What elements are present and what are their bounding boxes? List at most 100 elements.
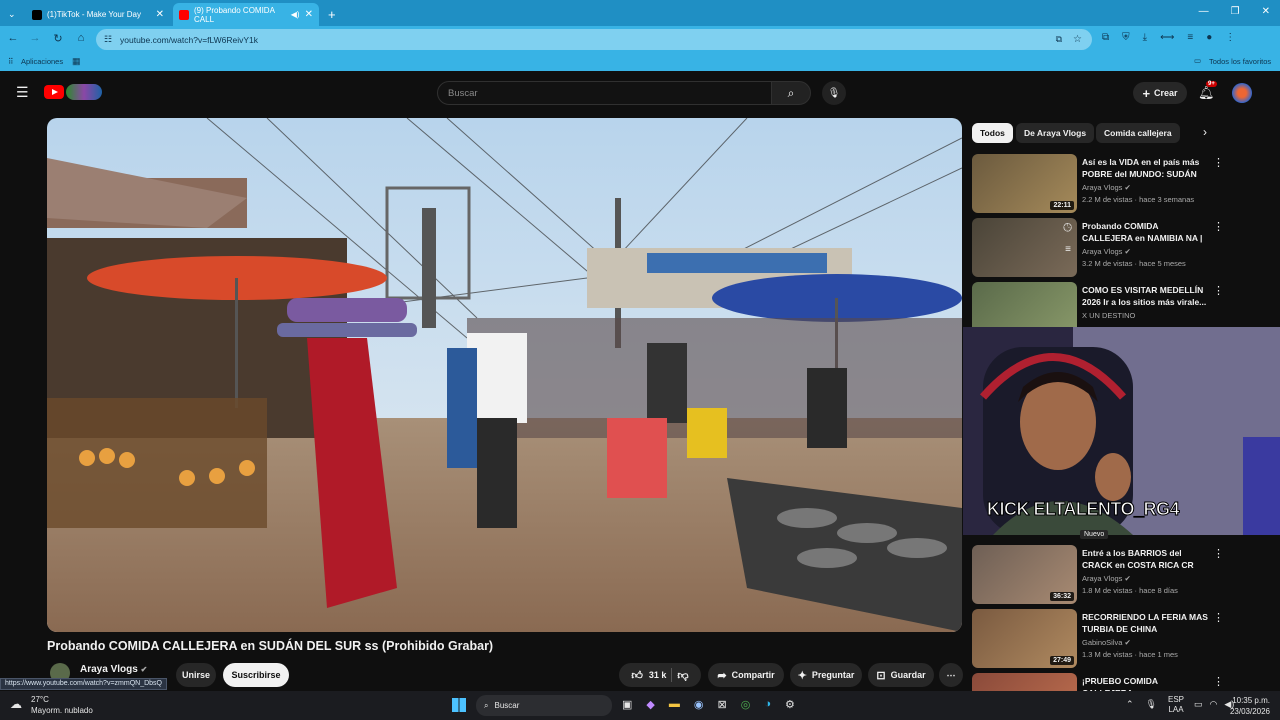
home-icon[interactable]: ⌂ <box>74 32 88 44</box>
chip-araya-vlogs[interactable]: De Araya Vlogs <box>1016 123 1095 143</box>
chevron-right-icon[interactable]: › <box>1203 125 1207 139</box>
file-explorer-icon[interactable]: ▬ <box>669 698 680 711</box>
youtube-logo[interactable] <box>44 85 64 99</box>
task-view-icon[interactable]: ▣ <box>622 698 632 711</box>
clock-time: 10:35 p.m. <box>1232 696 1270 705</box>
reload-icon[interactable]: ↻ <box>51 32 65 45</box>
rec-title: RECORRIENDO LA FERIA MAS TURBIA DE CHINA <box>1082 612 1208 634</box>
close-icon[interactable]: ✕ <box>305 9 313 20</box>
wifi-icon[interactable]: ◠ <box>1210 699 1218 710</box>
close-icon[interactable]: ✕ <box>156 9 164 20</box>
more-vert-icon[interactable]: ⋮ <box>1213 547 1224 560</box>
share-icon: ➦ <box>717 669 727 682</box>
menu-icon[interactable]: ⋮ <box>1225 32 1235 43</box>
save-button[interactable]: ⊡ Guardar <box>868 663 934 687</box>
address-bar[interactable]: ☷ youtube.com/watch?v=fLW6ReivY1k ⧉ ☆ <box>96 29 1092 50</box>
chip-label: Comida callejera <box>1104 128 1172 138</box>
recommendation-item[interactable]: 🕒︎ ≡ Probando COMIDA CALLEJERA en NAMIBI… <box>972 218 1234 280</box>
grid-icon[interactable]: ▦ <box>72 56 81 67</box>
recommendation-item[interactable]: 36:32 Entré a los BARRIOS del CRACK en C… <box>972 545 1234 607</box>
translate-icon[interactable]: ⟷ <box>1160 32 1174 43</box>
close-window-icon[interactable]: ✕ <box>1262 6 1270 17</box>
like-button[interactable]: 👍︎ 31 k <box>631 669 666 682</box>
chip-street-food[interactable]: Comida callejera <box>1096 123 1180 143</box>
bookmarks-bar: ⠿ Aplicaciones ▦ ▭ Todos los favoritos <box>0 53 1280 71</box>
new-tab-button[interactable]: + <box>322 3 342 26</box>
tab-youtube[interactable]: (9) Probando COMIDA CALL ◀) ✕ <box>173 3 319 26</box>
subscribe-label: Suscribirse <box>231 670 281 680</box>
language-indicator[interactable]: ESP LAA <box>1168 695 1184 715</box>
copilot-icon[interactable]: ◆ <box>646 698 654 711</box>
media-icon[interactable]: ≡ <box>1187 32 1193 43</box>
apps-icon[interactable]: ⠿ <box>8 57 14 66</box>
rec-title: Entré a los BARRIOS del CRACK en COSTA R… <box>1082 548 1194 570</box>
notifications-button[interactable]: 🔔︎ 9+ <box>1198 81 1217 101</box>
windows-start-icon[interactable] <box>452 698 466 712</box>
site-info-icon[interactable]: ☷ <box>104 34 112 45</box>
hamburger-menu-icon[interactable]: ☰ <box>16 84 29 101</box>
tab-list-button[interactable]: ⌄ <box>2 3 24 26</box>
share-button[interactable]: ➦ Compartir <box>708 663 784 687</box>
app-icon[interactable]: ⚙ <box>785 698 795 711</box>
join-label: Unirse <box>181 670 210 680</box>
more-vert-icon[interactable]: ⋮ <box>1213 156 1224 169</box>
bookmark-all-favorites[interactable]: Todos los favoritos <box>1209 57 1271 66</box>
vpn-icon[interactable]: ⛨ <box>1122 32 1130 43</box>
subscribe-button[interactable]: Suscribirse <box>223 663 289 687</box>
mic-icon[interactable]: 🎙︎ <box>1146 699 1157 710</box>
display-icon[interactable]: ▭ <box>1194 699 1203 710</box>
tab-tiktok[interactable]: (1)TikTok - Make Your Day ✕ <box>26 3 170 26</box>
more-vert-icon[interactable]: ⋮ <box>1213 284 1224 297</box>
video-thumbnail[interactable]: 22:11 <box>972 154 1077 213</box>
minimize-icon[interactable]: — <box>1199 6 1209 17</box>
youtube-icon <box>179 9 189 20</box>
restore-icon[interactable]: ❐ <box>1231 6 1240 17</box>
add-to-queue-icon[interactable]: ≡ <box>1065 244 1071 255</box>
capcut-icon[interactable]: ⊠ <box>717 698 726 711</box>
install-icon[interactable]: ⧉ <box>1056 34 1062 45</box>
recommendation-item[interactable]: 22:11 Así es la VIDA en el país más POBR… <box>972 154 1234 216</box>
video-thumbnail[interactable]: 27:49 <box>972 609 1077 668</box>
share-label: Compartir <box>731 670 775 680</box>
edge-icon[interactable]: ◑ <box>764 698 771 711</box>
downloads-icon[interactable]: ⤓ <box>1143 32 1147 43</box>
profile-avatar[interactable]: ● <box>1206 32 1212 43</box>
video-thumbnail[interactable]: 🕒︎ ≡ <box>972 218 1077 277</box>
video-player[interactable] <box>47 118 962 632</box>
verified-icon: ✔ <box>140 665 148 674</box>
extensions-icon[interactable]: ⧉ <box>1102 32 1109 43</box>
chevron-up-icon[interactable]: ⌃ <box>1126 699 1134 710</box>
more-vert-icon[interactable]: ⋮ <box>1213 611 1224 624</box>
taskbar-search[interactable]: ⌕ Buscar <box>476 695 612 716</box>
chip-label: De Araya Vlogs <box>1024 128 1087 138</box>
video-thumbnail[interactable] <box>972 673 1077 691</box>
search-input[interactable]: Buscar <box>437 81 772 105</box>
chip-all[interactable]: Todos <box>972 123 1013 143</box>
dislike-button[interactable]: 👎︎ <box>677 669 688 682</box>
chrome-icon[interactable]: ◎ <box>741 698 751 711</box>
clock[interactable]: 10:35 p.m. 23/03/2026 <box>1230 695 1270 717</box>
channel-name[interactable]: Araya Vlogs ✔ <box>80 664 147 675</box>
back-icon[interactable]: ← <box>6 32 20 44</box>
doodle-logo[interactable] <box>66 84 102 100</box>
video-thumbnail[interactable]: 36:32 <box>972 545 1077 604</box>
bookmark-apps[interactable]: Aplicaciones <box>21 57 63 66</box>
recommendation-item[interactable]: ¡PRUEBO COMIDA CALLEJERA ⋮ <box>972 673 1234 691</box>
bookmark-star-icon[interactable]: ☆ <box>1073 34 1082 45</box>
recommendation-item[interactable]: 27:49 RECORRIENDO LA FERIA MAS TURBIA DE… <box>972 609 1234 671</box>
thumbs-down-icon: 👎︎ <box>677 669 689 682</box>
steam-icon[interactable]: ◉ <box>694 698 704 711</box>
more-actions-button[interactable]: ⋯ <box>939 663 963 687</box>
account-avatar[interactable] <box>1232 83 1252 103</box>
ask-button[interactable]: ✦ Preguntar <box>790 663 862 687</box>
join-button[interactable]: Unirse <box>176 663 216 687</box>
search-button[interactable]: ⌕ <box>771 81 811 105</box>
more-vert-icon[interactable]: ⋮ <box>1213 675 1224 688</box>
speaker-icon[interactable]: ◀) <box>291 10 300 19</box>
watch-later-icon[interactable]: 🕒︎ <box>1063 222 1072 235</box>
more-vert-icon[interactable]: ⋮ <box>1213 220 1224 233</box>
forward-icon[interactable]: → <box>28 32 42 44</box>
browser-toolbar: ← → ↻ ⌂ ☷ youtube.com/watch?v=fLW6ReivY1… <box>0 26 1280 53</box>
create-button[interactable]: + Crear <box>1133 82 1187 104</box>
voice-search-button[interactable]: 🎙︎ <box>822 81 846 105</box>
